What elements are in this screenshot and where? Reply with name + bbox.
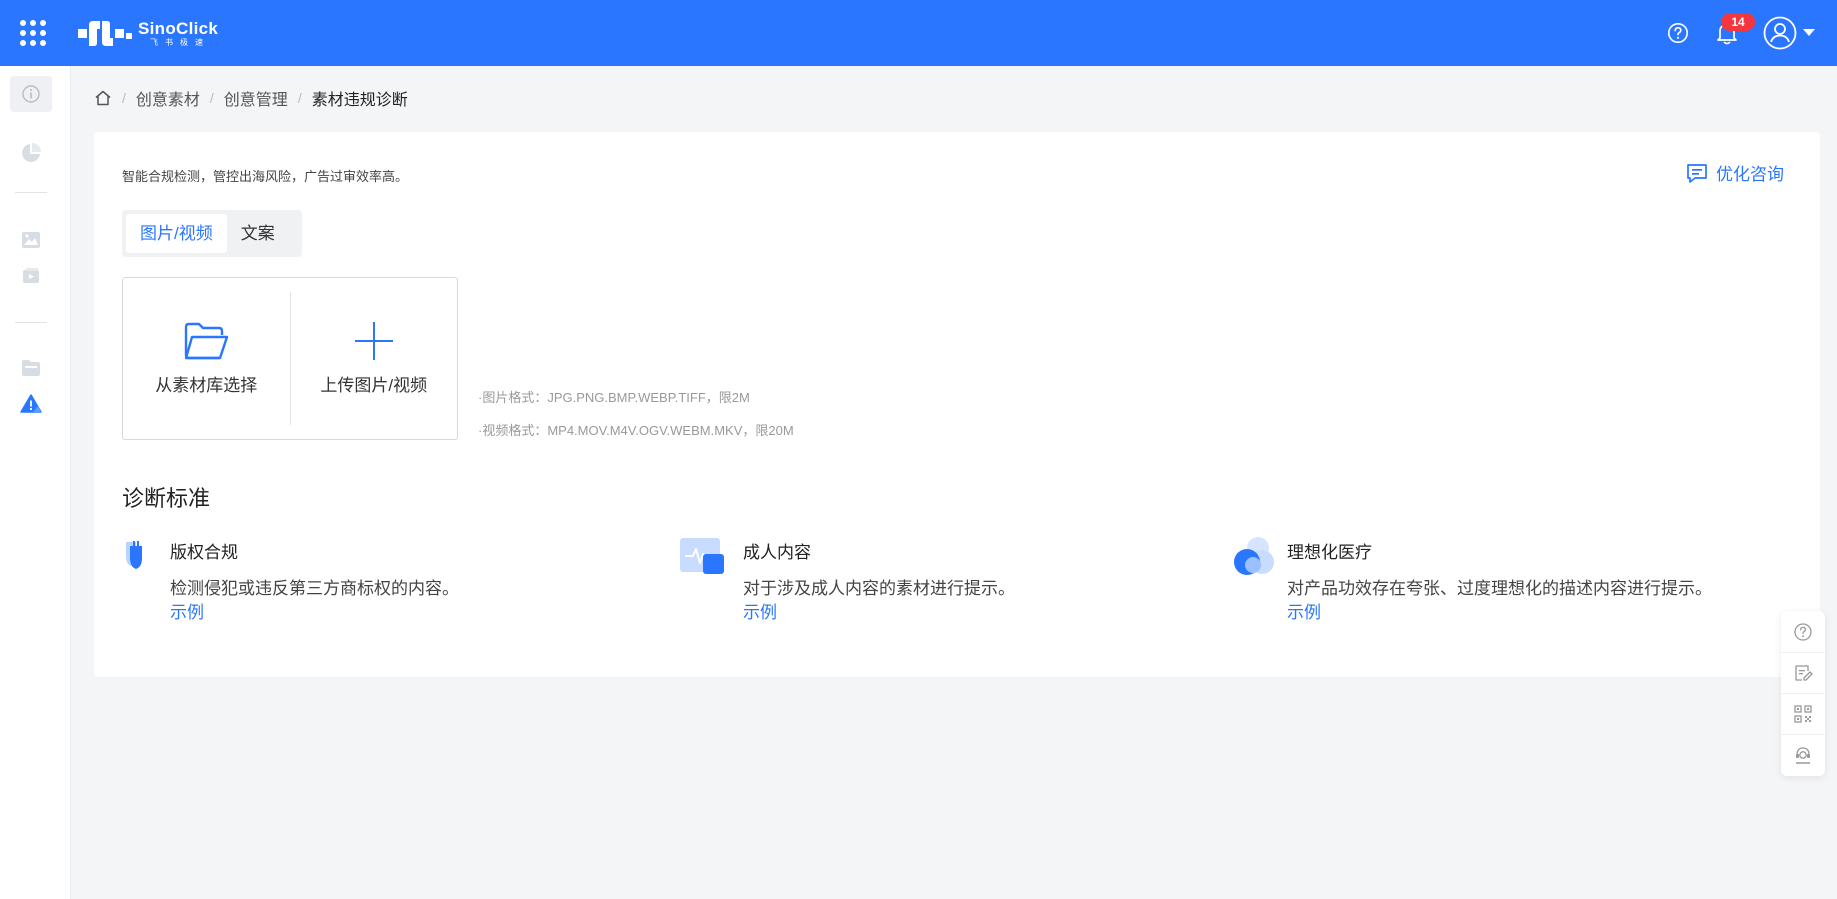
breadcrumb: / 创意素材 / 创意管理 / 素材违规诊断 bbox=[94, 86, 408, 110]
float-qrcode-button[interactable] bbox=[1781, 693, 1825, 734]
breadcrumb-separator: / bbox=[209, 90, 214, 106]
sidebar-divider bbox=[15, 192, 47, 193]
optimization-consult-button[interactable]: 优化咨询 bbox=[1686, 160, 1784, 185]
adult-content-icon bbox=[680, 538, 724, 574]
float-customer-service-button[interactable] bbox=[1781, 734, 1825, 775]
qrcode-icon bbox=[1794, 705, 1812, 723]
criterion-title: 成人内容 bbox=[743, 543, 811, 562]
criterion-title: 理想化医疗 bbox=[1287, 543, 1372, 562]
video-icon bbox=[23, 268, 39, 283]
notification-badge: 14 bbox=[1721, 13, 1755, 31]
floating-toolbar bbox=[1781, 611, 1825, 776]
top-header: SinoClick 飞书极速 14 bbox=[0, 0, 1837, 66]
diagnosis-card: 智能合规检测，管控出海风险，广告过审效率高。 优化咨询 图片/视频 文案 从素材… bbox=[94, 132, 1820, 677]
float-help-button[interactable] bbox=[1781, 611, 1825, 652]
sidebar-item-videos[interactable] bbox=[10, 258, 52, 294]
sidebar-item-info[interactable] bbox=[10, 76, 52, 112]
tab-image-video[interactable]: 图片/视频 bbox=[126, 214, 227, 253]
upload-media-label: 上传图片/视频 bbox=[320, 376, 428, 395]
open-folder-icon bbox=[185, 322, 229, 360]
left-sidebar bbox=[0, 66, 71, 899]
user-avatar-icon[interactable] bbox=[1763, 16, 1797, 50]
intro-text: 智能合规检测，管控出海风险，广告过审效率高。 bbox=[122, 169, 409, 184]
folder-icon bbox=[22, 360, 40, 376]
logo-text: SinoClick bbox=[138, 18, 219, 38]
consult-label: 优化咨询 bbox=[1716, 165, 1784, 184]
select-from-library-button[interactable]: 从素材库选择 bbox=[123, 278, 290, 439]
breadcrumb-current: 素材违规诊断 bbox=[311, 92, 408, 109]
home-icon[interactable] bbox=[94, 89, 112, 107]
criterion-desc: 检测侵犯或违反第三方商标权的内容。 bbox=[170, 579, 459, 598]
sidebar-item-images[interactable] bbox=[10, 222, 52, 258]
criterion-example-link[interactable]: 示例 bbox=[170, 598, 204, 623]
pie-chart-icon bbox=[22, 143, 41, 162]
select-from-library-label: 从素材库选择 bbox=[155, 376, 258, 395]
criterion-desc: 对产品功效存在夸张、过度理想化的描述内容进行提示。 bbox=[1287, 579, 1712, 598]
plus-icon bbox=[354, 322, 393, 360]
chat-icon bbox=[1687, 163, 1707, 183]
float-feedback-button[interactable] bbox=[1781, 652, 1825, 693]
breadcrumb-creative-materials[interactable]: 创意素材 bbox=[136, 86, 200, 110]
criterion-desc: 对于涉及成人内容的素材进行提示。 bbox=[743, 579, 1015, 598]
user-menu-caret-icon[interactable] bbox=[1803, 29, 1815, 36]
help-icon[interactable] bbox=[1667, 22, 1689, 44]
sidebar-item-violation-diagnosis[interactable] bbox=[10, 386, 52, 422]
logo-mark-icon bbox=[78, 21, 132, 46]
sidebar-divider bbox=[15, 322, 47, 323]
criterion-example-link[interactable]: 示例 bbox=[1287, 598, 1321, 623]
sinoclick-logo[interactable]: SinoClick 飞书极速 bbox=[78, 18, 218, 48]
upload-media-button[interactable]: 上传图片/视频 bbox=[291, 278, 458, 439]
app-grid-icon[interactable] bbox=[20, 20, 46, 46]
image-format-hint: ·图片格式：JPG.PNG.BMP.WEBP.TIFF，限2M bbox=[478, 390, 750, 405]
customer-service-icon bbox=[1796, 747, 1810, 764]
info-icon bbox=[22, 85, 40, 103]
help-icon bbox=[1794, 622, 1812, 641]
logo-subtext: 飞书极速 bbox=[150, 37, 210, 47]
upload-area: 从素材库选择 上传图片/视频 bbox=[122, 277, 458, 440]
breadcrumb-creative-management[interactable]: 创意管理 bbox=[224, 86, 288, 110]
feedback-icon bbox=[1795, 665, 1813, 681]
sidebar-item-analytics[interactable] bbox=[10, 134, 52, 170]
content-type-tabs: 图片/视频 文案 bbox=[122, 210, 302, 257]
sidebar-item-library[interactable] bbox=[10, 350, 52, 386]
criteria-section-title: 诊断标准 bbox=[122, 486, 211, 511]
video-format-hint: ·视频格式：MP4.MOV.M4V.OGV.WEBM.MKV，限20M bbox=[478, 423, 794, 438]
breadcrumb-separator: / bbox=[122, 90, 126, 106]
criterion-example-link[interactable]: 示例 bbox=[743, 598, 777, 623]
medical-icon bbox=[1234, 537, 1274, 575]
criterion-title: 版权合规 bbox=[170, 543, 238, 562]
breadcrumb-separator: / bbox=[297, 90, 302, 106]
image-icon bbox=[22, 232, 40, 248]
tab-copywriting[interactable]: 文案 bbox=[227, 214, 289, 253]
copyright-shield-icon bbox=[126, 541, 142, 569]
warning-icon bbox=[20, 394, 42, 413]
